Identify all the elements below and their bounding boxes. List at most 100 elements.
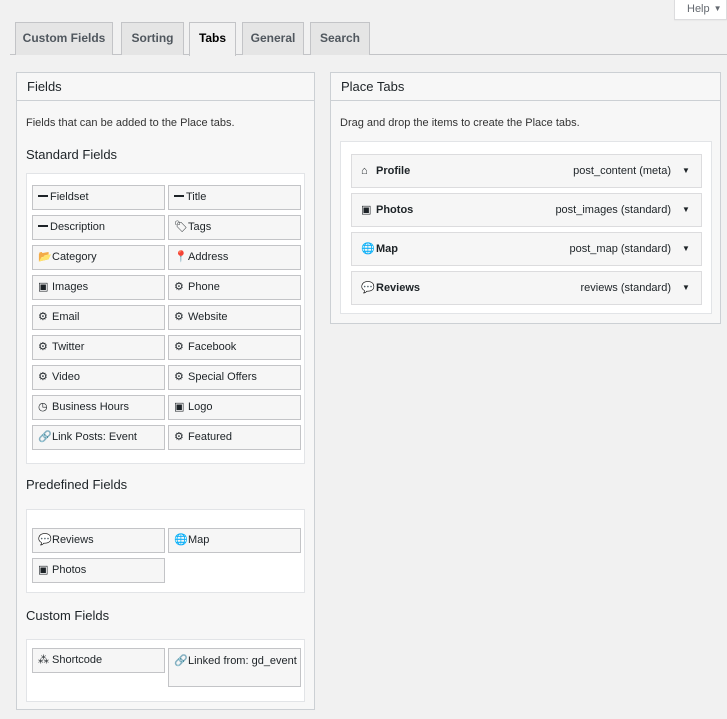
field-video[interactable]: ⚙ Video — [32, 365, 165, 390]
globe-icon: 🌐 — [361, 243, 375, 255]
field-fieldset[interactable]: Fieldset — [32, 185, 165, 210]
tab-label: Custom Fields — [22, 31, 106, 45]
field-label: Category — [52, 251, 97, 263]
place-tab-meta: reviews (standard) — [580, 282, 671, 294]
field-label: Title — [186, 191, 207, 203]
cog-icon: ⚙ — [174, 311, 184, 323]
link-icon: 🔗 — [38, 431, 52, 443]
field-label: Address — [188, 251, 229, 263]
field-label: Twitter — [52, 341, 85, 353]
field-shortcode[interactable]: ⁂ Shortcode — [32, 648, 165, 673]
field-label: Logo — [188, 401, 213, 413]
field-label: Shortcode — [52, 654, 103, 666]
field-label: Video — [52, 371, 80, 383]
field-label: Images — [52, 281, 89, 293]
cubes-icon: ⁂ — [38, 654, 49, 666]
cog-icon: ⚙ — [174, 341, 184, 353]
field-label: Special Offers — [188, 371, 257, 383]
fields-description: Fields that can be added to the Place ta… — [26, 117, 235, 129]
cog-icon: ⚙ — [174, 281, 184, 293]
caret-down-icon[interactable]: ▼ — [679, 272, 693, 304]
cog-icon: ⚙ — [38, 311, 48, 323]
folder-open-icon: 📂 — [38, 251, 52, 263]
field-business-hours[interactable]: ◷ Business Hours — [32, 395, 165, 420]
place-tab-label: Reviews — [376, 282, 421, 294]
field-category[interactable]: 📂Category — [32, 245, 165, 270]
tab-label: General — [250, 31, 296, 45]
field-label: Email — [52, 311, 80, 323]
field-label: Link Posts: Event — [52, 431, 137, 443]
cog-icon: ⚙ — [174, 431, 184, 443]
place-tab-reviews[interactable]: 💬Reviews reviews (standard) ▼ — [351, 271, 702, 305]
field-facebook[interactable]: ⚙ Facebook — [168, 335, 301, 360]
image-icon: ▣ — [174, 401, 185, 413]
field-phone[interactable]: ⚙ Phone — [168, 275, 301, 300]
tab-tabs[interactable]: Tabs — [189, 22, 236, 56]
minus-icon — [38, 225, 48, 227]
cog-icon: ⚙ — [38, 341, 48, 353]
place-tab-map[interactable]: 🌐Map post_map (standard) ▼ — [351, 232, 702, 266]
place-tab-meta: post_content (meta) — [573, 165, 671, 177]
comments-icon: 💬 — [361, 282, 375, 294]
field-linked-from-gd-event[interactable]: 🔗Linked from: gd_event — [168, 648, 301, 687]
map-marker-icon: 📍 — [174, 251, 188, 263]
field-label: Tags — [188, 221, 212, 233]
field-images[interactable]: ▣ Images — [32, 275, 165, 300]
field-logo[interactable]: ▣ Logo — [168, 395, 301, 420]
comments-icon: 💬 — [38, 534, 52, 546]
field-description[interactable]: Description — [32, 215, 165, 240]
field-special-offers[interactable]: ⚙ Special Offers — [168, 365, 301, 390]
field-reviews[interactable]: 💬Reviews — [32, 528, 165, 553]
field-photos[interactable]: ▣ Photos — [32, 558, 165, 583]
image-icon: ▣ — [38, 281, 49, 293]
field-link-posts-event[interactable]: 🔗Link Posts: Event — [32, 425, 165, 450]
cog-icon: ⚙ — [174, 371, 184, 383]
field-website[interactable]: ⚙ Website — [168, 305, 301, 330]
standard-fields-box: Fieldset Title Description 🏷Tags 📂Catego… — [26, 173, 305, 464]
field-label: Phone — [188, 281, 220, 293]
place-tabs-list: ⌂ Profile post_content (meta) ▼ ▣ Photos p… — [340, 141, 712, 314]
link-icon: 🔗 — [174, 655, 188, 667]
field-twitter[interactable]: ⚙ Twitter — [32, 335, 165, 360]
place-tab-meta: post_images (standard) — [555, 204, 671, 216]
tab-label: Tabs — [198, 31, 227, 45]
field-email[interactable]: ⚙ Email — [32, 305, 165, 330]
help-button[interactable]: Help ▼ — [674, 0, 727, 20]
tab-label: Search — [319, 31, 361, 45]
tab-general[interactable]: General — [242, 22, 304, 55]
cog-icon: ⚙ — [38, 371, 48, 383]
tab-custom-fields[interactable]: Custom Fields — [15, 22, 113, 55]
place-tab-label: Map — [376, 243, 398, 255]
globe-icon: 🌐 — [174, 534, 188, 546]
caret-down-icon[interactable]: ▼ — [679, 233, 693, 265]
caret-down-icon[interactable]: ▼ — [679, 194, 693, 226]
place-tabs-description: Drag and drop the items to create the Pl… — [340, 117, 580, 129]
field-label: Map — [188, 534, 210, 546]
predefined-fields-title: Predefined Fields — [26, 477, 128, 492]
tags-icon: 🏷 — [174, 221, 188, 233]
place-tab-label: Profile — [376, 165, 411, 177]
place-tabs-panel-title: Place Tabs — [331, 73, 720, 101]
field-featured[interactable]: ⚙ Featured — [168, 425, 301, 450]
field-address[interactable]: 📍Address — [168, 245, 301, 270]
caret-down-icon[interactable]: ▼ — [679, 155, 693, 187]
place-tab-label: Photos — [376, 204, 414, 216]
place-tabs-panel: Place Tabs Drag and drop the items to cr… — [330, 72, 721, 324]
field-label: Facebook — [188, 341, 237, 353]
standard-fields-title: Standard Fields — [26, 147, 118, 162]
home-icon: ⌂ — [361, 165, 368, 177]
tab-search[interactable]: Search — [310, 22, 370, 55]
tab-sorting[interactable]: Sorting — [121, 22, 184, 55]
field-tags[interactable]: 🏷Tags — [168, 215, 301, 240]
field-title[interactable]: Title — [168, 185, 301, 210]
minus-icon — [38, 195, 48, 197]
fields-panel-title: Fields — [17, 73, 314, 101]
field-map[interactable]: 🌐Map — [168, 528, 301, 553]
predefined-fields-box: 💬Reviews 🌐Map ▣ Photos — [26, 509, 305, 593]
place-tab-photos[interactable]: ▣ Photos post_images (standard) ▼ — [351, 193, 702, 227]
field-label: Fieldset — [50, 191, 89, 203]
custom-fields-box: ⁂ Shortcode 🔗Linked from: gd_event — [26, 639, 305, 702]
tab-label: Sorting — [131, 31, 174, 45]
field-label: Reviews — [52, 534, 94, 546]
place-tab-profile[interactable]: ⌂ Profile post_content (meta) ▼ — [351, 154, 702, 188]
